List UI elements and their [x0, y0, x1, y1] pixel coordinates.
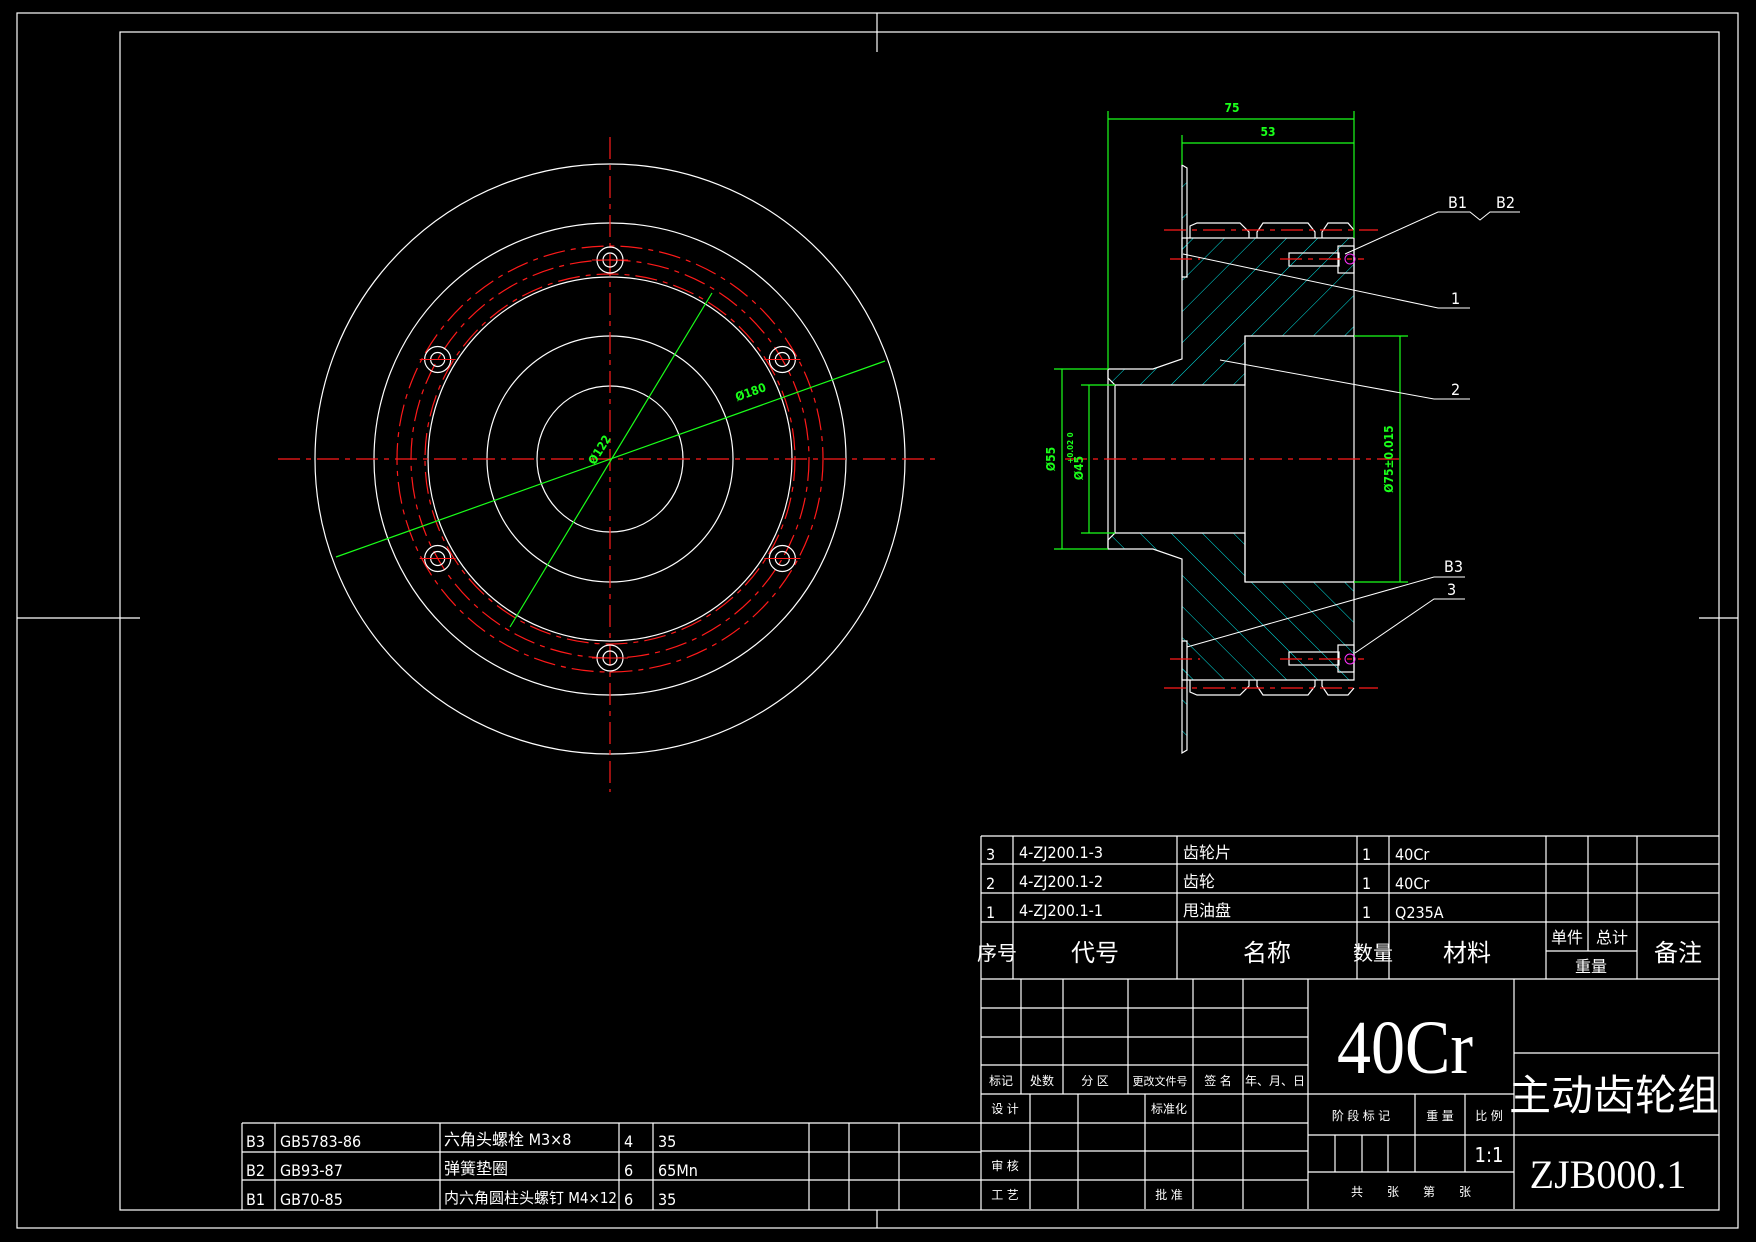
- svg-text:备注: 备注: [1654, 939, 1702, 967]
- bom-row: 2 4-ZJ200.1-2 齿轮 1 40Cr: [986, 872, 1429, 893]
- svg-text:总计: 总计: [1596, 928, 1628, 947]
- svg-text:1: 1: [1362, 845, 1371, 864]
- svg-text:B1: B1: [246, 1190, 265, 1209]
- svg-text:1: 1: [986, 903, 995, 922]
- svg-text:六角头螺栓 M3×8: 六角头螺栓 M3×8: [444, 1130, 571, 1149]
- svg-text:齿轮片: 齿轮片: [1183, 843, 1231, 862]
- svg-text:重 量: 重 量: [1426, 1109, 1453, 1123]
- svg-text:阶 段 标 记: 阶 段 标 记: [1332, 1108, 1390, 1123]
- svg-text:比 例: 比 例: [1475, 1109, 1502, 1123]
- std-part-row: B2 GB93-87 弹簧垫圈 6 65Mn: [246, 1159, 698, 1180]
- balloon-b3: B3: [1444, 557, 1463, 576]
- dim-outer: Ø180: [733, 380, 768, 404]
- section-view: 75 53 Ø55 Ø45 +0.02 0 Ø75±0.015 B1 B2 1: [1044, 101, 1520, 754]
- drawing-number: ZJB000.1: [1530, 1152, 1687, 1197]
- svg-text:35: 35: [658, 1132, 676, 1151]
- svg-text:6: 6: [624, 1161, 633, 1180]
- svg-text:4-ZJ200.1-2: 4-ZJ200.1-2: [1019, 872, 1103, 891]
- bolt-hole: [764, 345, 801, 374]
- svg-text:数量: 数量: [1353, 941, 1393, 965]
- dim-d55: Ø55: [1044, 447, 1058, 471]
- svg-text:重量: 重量: [1575, 957, 1607, 976]
- svg-text:代号: 代号: [1071, 939, 1119, 967]
- dim-53: 53: [1260, 125, 1275, 139]
- svg-text:共 张 第 张: 共 张 第 张: [1351, 1185, 1471, 1199]
- svg-text:序号: 序号: [977, 941, 1017, 965]
- dim-d45-tol: +0.02 0: [1066, 432, 1075, 463]
- svg-text:单件: 单件: [1551, 928, 1583, 947]
- balloon-3: 3: [1447, 580, 1456, 599]
- svg-text:处数: 处数: [1030, 1073, 1054, 1088]
- svg-text:2: 2: [986, 874, 995, 893]
- balloon-b1: B1: [1448, 193, 1467, 212]
- svg-text:名称: 名称: [1243, 939, 1291, 967]
- svg-text:3: 3: [986, 845, 995, 864]
- svg-text:年、月、日: 年、月、日: [1245, 1074, 1305, 1088]
- svg-text:更改文件号: 更改文件号: [1133, 1074, 1188, 1088]
- dim-75: 75: [1224, 101, 1239, 115]
- svg-text:标准化: 标准化: [1151, 1102, 1187, 1116]
- svg-text:B3: B3: [246, 1132, 265, 1151]
- svg-text:齿轮: 齿轮: [1183, 872, 1215, 891]
- drawing-border: [16, 12, 1739, 1229]
- svg-text:4-ZJ200.1-3: 4-ZJ200.1-3: [1019, 843, 1103, 862]
- svg-text:1: 1: [1362, 903, 1371, 922]
- svg-text:工 艺: 工 艺: [991, 1188, 1018, 1202]
- svg-text:签 名: 签 名: [1204, 1073, 1231, 1088]
- material-big: 40Cr: [1337, 1006, 1473, 1090]
- svg-text:GB5783-86: GB5783-86: [280, 1132, 361, 1151]
- front-view: Ø180 Ø122: [278, 137, 935, 792]
- bom-header: 序号 代号 名称 数量 材料 单件 总计 重量 备注: [977, 928, 1702, 976]
- bom-row: 1 4-ZJ200.1-1 甩油盘 1 Q235A: [986, 901, 1444, 922]
- svg-text:1: 1: [1362, 874, 1371, 893]
- std-part-row: B1 GB70-85 内六角圆柱头螺钉 M4×12 6 35: [246, 1189, 676, 1209]
- balloon-2: 2: [1451, 380, 1460, 399]
- svg-text:甩油盘: 甩油盘: [1183, 901, 1231, 920]
- bom-row: 3 4-ZJ200.1-3 齿轮片 1 40Cr: [986, 843, 1429, 864]
- svg-text:批 准: 批 准: [1155, 1187, 1182, 1202]
- balloon-b2: B2: [1496, 193, 1515, 212]
- svg-text:GB70-85: GB70-85: [280, 1190, 343, 1209]
- svg-text:40Cr: 40Cr: [1395, 874, 1429, 893]
- svg-text:GB93-87: GB93-87: [280, 1161, 343, 1180]
- std-part-row: B3 GB5783-86 六角头螺栓 M3×8 4 35: [246, 1130, 676, 1151]
- svg-text:65Mn: 65Mn: [658, 1161, 698, 1180]
- svg-text:B2: B2: [246, 1161, 265, 1180]
- dim-d75: Ø75±0.015: [1382, 425, 1396, 492]
- svg-text:弹簧垫圈: 弹簧垫圈: [444, 1159, 508, 1178]
- svg-text:分 区: 分 区: [1081, 1074, 1108, 1088]
- dim-line-inner: [509, 292, 713, 628]
- cad-drawing: Ø180 Ø122 75 53 Ø55 Ø45 +0.02 0 Ø75±0.01…: [16, 12, 1739, 1229]
- standard-parts-text: B3 GB5783-86 六角头螺栓 M3×8 4 35 B2 GB93-87 …: [246, 1130, 698, 1209]
- svg-text:审 核: 审 核: [991, 1158, 1018, 1173]
- bolt-hole: [419, 544, 456, 573]
- scale-value: 1:1: [1475, 1143, 1504, 1167]
- svg-text:4-ZJ200.1-1: 4-ZJ200.1-1: [1019, 901, 1103, 920]
- svg-text:Q235A: Q235A: [1395, 903, 1444, 922]
- svg-text:40Cr: 40Cr: [1395, 845, 1429, 864]
- svg-text:内六角圆柱头螺钉 M4×12: 内六角圆柱头螺钉 M4×12: [444, 1189, 617, 1207]
- svg-text:35: 35: [658, 1190, 676, 1209]
- svg-text:标记: 标记: [989, 1074, 1013, 1088]
- svg-text:材料: 材料: [1443, 939, 1491, 967]
- bolt-hole: [764, 544, 801, 573]
- balloon-1: 1: [1451, 289, 1460, 308]
- part-name: 主动齿轮组: [1509, 1071, 1719, 1120]
- bolt-hole: [419, 345, 456, 374]
- svg-text:设 计: 设 计: [991, 1102, 1018, 1116]
- svg-text:6: 6: [624, 1190, 633, 1209]
- svg-text:4: 4: [624, 1132, 633, 1151]
